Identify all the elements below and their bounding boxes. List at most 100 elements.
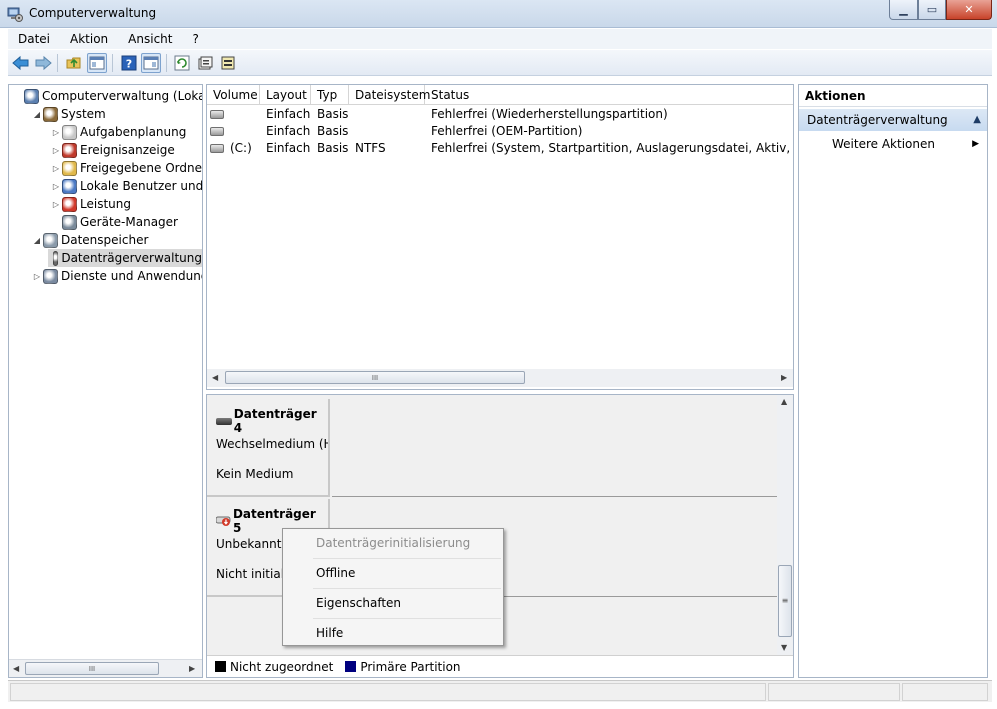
status-cell-main — [10, 683, 766, 701]
status-bar — [8, 680, 992, 702]
console-tree: Computerverwaltung (Lokal) ◢ System ▷ Aufgab… — [9, 85, 202, 659]
column-header-layout[interactable]: Layout — [260, 85, 311, 105]
collapsed-arrow-icon[interactable]: ▷ — [50, 200, 62, 209]
tree-item[interactable]: ▷ Ereignisanzeige — [50, 141, 175, 159]
maximize-button[interactable]: ▭ — [918, 0, 946, 20]
scroll-grip: ≡ — [781, 596, 789, 605]
action-pane-icon — [143, 56, 159, 70]
tree-item[interactable]: ◢ System — [31, 105, 106, 123]
scroll-right-icon[interactable]: ▶ — [189, 664, 195, 673]
minimize-icon: ▁ — [899, 3, 908, 16]
scrollbar-thumb[interactable]: III — [225, 371, 525, 384]
tree-item-label: Datenspeicher — [61, 233, 149, 247]
scroll-down-icon[interactable]: ▼ — [781, 643, 787, 652]
toolbar: ? — [8, 50, 992, 76]
svg-text:?: ? — [126, 58, 132, 71]
disk-body-4[interactable] — [332, 399, 777, 497]
volume-cell-status: Fehlerfrei (Wiederherstellungspartition) — [431, 107, 668, 121]
up-folder-button[interactable] — [64, 53, 84, 73]
console-tree-pane: Computerverwaltung (Lokal) ◢ System ▷ Aufgab… — [8, 84, 203, 678]
status-cell — [902, 683, 988, 701]
tree-item-label: Geräte-Manager — [80, 215, 178, 229]
forward-button[interactable] — [33, 53, 53, 73]
scroll-up-icon[interactable]: ▲ — [781, 397, 787, 406]
tree-item[interactable]: Datenträgerverwaltung — [48, 249, 202, 267]
tree-item-label: Freigegebene Ordner — [80, 161, 202, 175]
expanded-arrow-icon[interactable]: ◢ — [31, 110, 43, 119]
disk-legend: Nicht zugeordnet Primäre Partition — [207, 655, 793, 677]
collapsed-arrow-icon[interactable]: ▷ — [50, 182, 62, 191]
tree-item[interactable]: ◢ Datenspeicher — [31, 231, 148, 249]
computer-management-icon — [24, 88, 39, 104]
column-header-typ[interactable]: Typ — [311, 85, 349, 105]
back-button[interactable] — [11, 53, 31, 73]
show-hide-console-tree-button[interactable] — [87, 53, 107, 73]
scroll-left-icon[interactable]: ◀ — [13, 664, 19, 673]
disk-type: Wechselmedium (H — [216, 437, 328, 451]
tree-item[interactable]: ▷ Aufgabenplanung — [50, 123, 186, 141]
minimize-button[interactable]: ▁ — [889, 0, 918, 20]
status-cell — [768, 683, 900, 701]
volume-list-pane: Volume Layout Typ Dateisystem Status Ein… — [206, 84, 794, 390]
refresh-button[interactable] — [172, 53, 192, 73]
disk-settings-button[interactable] — [218, 53, 238, 73]
actions-item-more-actions[interactable]: Weitere Aktionen ▶ — [799, 133, 987, 155]
console-tree-icon — [89, 56, 105, 70]
volume-list-header: Volume Layout Typ Dateisystem Status — [207, 85, 793, 105]
help-button[interactable]: ? — [119, 53, 139, 73]
scrollbar-thumb[interactable]: ≡ — [778, 565, 792, 637]
submenu-arrow-icon: ▶ — [972, 139, 979, 149]
tree-horizontal-scrollbar[interactable]: ◀ III ▶ — [9, 659, 202, 677]
volume-list-horizontal-scrollbar[interactable]: ◀ III ▶ — [207, 369, 793, 387]
expanded-arrow-icon[interactable]: ◢ — [31, 236, 43, 245]
volume-cell-status: Fehlerfrei (OEM-Partition) — [431, 124, 583, 138]
toolbar-separator — [57, 54, 58, 72]
shared-folders-icon — [62, 160, 77, 176]
properties-button[interactable] — [195, 53, 215, 73]
close-icon: ✕ — [964, 3, 974, 16]
column-header-volume[interactable]: Volume — [207, 85, 260, 105]
menu-aktion[interactable]: Aktion — [60, 32, 118, 46]
tree-item-label: Datenträgerverwaltung — [61, 251, 202, 265]
column-header-dateisystem[interactable]: Dateisystem — [349, 85, 430, 105]
volume-cell-volume: (C:) — [230, 141, 252, 155]
tree-item[interactable]: Computerverwaltung (Lokal) — [12, 87, 202, 105]
collapsed-arrow-icon[interactable]: ▷ — [50, 164, 62, 173]
properties-icon — [198, 56, 213, 70]
menu-datei[interactable]: Datei — [8, 32, 60, 46]
show-hide-action-pane-button[interactable] — [141, 53, 161, 73]
scrollbar-thumb[interactable]: III — [25, 662, 159, 675]
menu-help[interactable]: ? — [182, 32, 208, 46]
volume-row[interactable]: (C:) Einfach Basis NTFS Fehlerfrei (System, … — [207, 140, 793, 157]
context-item-offline[interactable]: Offline — [285, 560, 501, 586]
actions-section-disk-management[interactable]: Datenträgerverwaltung ▲ — [799, 109, 987, 131]
column-header-status[interactable]: Status — [425, 85, 793, 105]
menu-ansicht[interactable]: Ansicht — [118, 32, 182, 46]
collapsed-arrow-icon[interactable]: ▷ — [31, 272, 43, 281]
close-button[interactable]: ✕ — [946, 0, 992, 20]
context-item-help[interactable]: Hilfe — [285, 620, 501, 646]
tree-item[interactable]: Geräte-Manager — [50, 213, 178, 231]
collapsed-arrow-icon[interactable]: ▷ — [50, 146, 62, 155]
volume-row[interactable]: Einfach Basis Fehlerfrei (Wiederherstellun… — [207, 106, 793, 123]
tree-item[interactable]: ▷ Dienste und Anwendungen — [31, 267, 202, 285]
collapse-arrow-icon[interactable]: ▲ — [973, 109, 981, 131]
tree-item[interactable]: ▷ Lokale Benutzer und Gr — [50, 177, 202, 195]
title-bar: Computerverwaltung ▁ ▭ ✕ — [0, 0, 997, 28]
tree-item[interactable]: ▷ Leistung — [50, 195, 131, 213]
up-folder-icon — [66, 57, 81, 69]
disk-vertical-scrollbar[interactable]: ▲ ≡ ▼ — [777, 395, 793, 655]
tree-item[interactable]: ▷ Freigegebene Ordner — [50, 159, 202, 177]
context-menu: Datenträgerinitialisierung Offline Eigen… — [282, 528, 504, 646]
disk-label-4[interactable]: Datenträger 4 Wechselmedium (H Kein Medi… — [207, 399, 330, 497]
tree-item-label: Ereignisanzeige — [80, 143, 175, 157]
volume-row[interactable]: Einfach Basis Fehlerfrei (OEM-Partition) — [207, 123, 793, 140]
tree-item-label: System — [61, 107, 106, 121]
context-item-properties[interactable]: Eigenschaften — [285, 590, 501, 616]
collapsed-arrow-icon[interactable]: ▷ — [50, 128, 62, 137]
scroll-right-icon[interactable]: ▶ — [781, 373, 787, 382]
scroll-left-icon[interactable]: ◀ — [212, 373, 218, 382]
toolbar-separator — [166, 54, 167, 72]
context-item-initialize-disk[interactable]: Datenträgerinitialisierung — [285, 530, 501, 556]
back-arrow-icon — [12, 55, 29, 71]
